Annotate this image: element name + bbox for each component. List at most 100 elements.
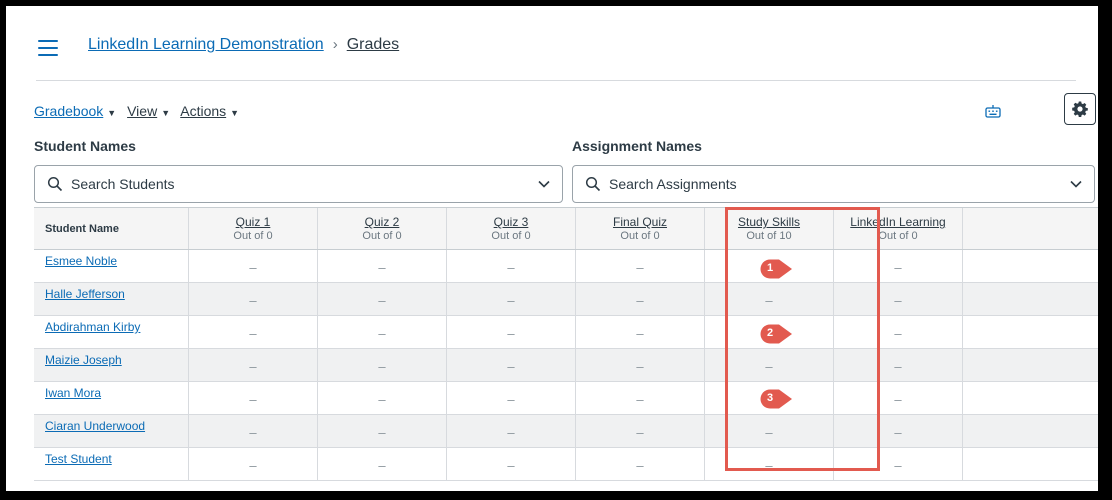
- view-caret-icon: ▼: [161, 108, 171, 118]
- grade-cell[interactable]: –: [447, 250, 576, 282]
- column-header-linkedin-learning[interactable]: LinkedIn Learning Out of 0: [834, 208, 963, 249]
- search-assignments-input[interactable]: Search Assignments: [572, 165, 1095, 203]
- grade-cell[interactable]: –: [318, 448, 447, 480]
- student-name-link[interactable]: Esmee Noble: [45, 254, 117, 268]
- grade-cell[interactable]: –: [834, 316, 963, 348]
- settings-button[interactable]: [1064, 93, 1096, 125]
- column-title[interactable]: Quiz 3: [447, 215, 575, 229]
- breadcrumb-grades-link[interactable]: Grades: [347, 36, 399, 53]
- column-header-quiz-1[interactable]: Quiz 1 Out of 0: [189, 208, 318, 249]
- grade-cell[interactable]: –: [705, 349, 834, 381]
- grade-cell[interactable]: –: [447, 448, 576, 480]
- grade-value: –: [765, 292, 773, 308]
- search-icon: [47, 176, 63, 192]
- column-title[interactable]: Study Skills: [705, 215, 833, 229]
- column-points: Out of 0: [233, 230, 273, 242]
- column-title[interactable]: Quiz 1: [189, 215, 317, 229]
- column-title[interactable]: LinkedIn Learning: [834, 215, 962, 229]
- column-header-quiz-3[interactable]: Quiz 3 Out of 0: [447, 208, 576, 249]
- grade-cell[interactable]: –: [447, 283, 576, 315]
- actions-menu-label[interactable]: Actions: [180, 103, 226, 119]
- student-name-link[interactable]: Abdirahman Kirby: [45, 320, 140, 334]
- chevron-down-icon[interactable]: [538, 180, 550, 188]
- grade-cell[interactable]: –: [189, 283, 318, 315]
- grade-cell[interactable]: –: [318, 349, 447, 381]
- grade-cell[interactable]: –: [447, 349, 576, 381]
- gradebook-window: LinkedIn Learning Demonstration › Grades G…: [6, 6, 1098, 491]
- grade-cell[interactable]: –: [705, 448, 834, 480]
- grade-cell[interactable]: –: [834, 283, 963, 315]
- grade-value: –: [894, 424, 902, 440]
- grade-cell[interactable]: –: [318, 316, 447, 348]
- column-title[interactable]: Final Quiz: [576, 215, 704, 229]
- grade-cell[interactable]: –: [576, 250, 705, 282]
- grade-cell[interactable]: –: [576, 448, 705, 480]
- keyboard-icon[interactable]: [985, 104, 1001, 118]
- chevron-down-icon[interactable]: [1070, 180, 1082, 188]
- hamburger-icon[interactable]: [38, 40, 58, 56]
- grade-cell[interactable]: –: [834, 448, 963, 480]
- grade-value: –: [507, 358, 515, 374]
- column-points: Out of 0: [362, 230, 402, 242]
- column-header-study-skills[interactable]: Study Skills Out of 10: [705, 208, 834, 249]
- gradebook-caret-icon: ▼: [107, 108, 117, 118]
- search-students-input[interactable]: Search Students: [34, 165, 563, 203]
- grade-cell[interactable]: –: [189, 415, 318, 447]
- grade-cell[interactable]: –: [189, 316, 318, 348]
- breadcrumb-course-link[interactable]: LinkedIn Learning Demonstration: [88, 36, 324, 53]
- gradebook-menu[interactable]: Gradebook ▼: [34, 103, 116, 119]
- grade-value: –: [507, 457, 515, 473]
- view-menu-label[interactable]: View: [127, 103, 157, 119]
- student-name-link[interactable]: Test Student: [45, 452, 112, 466]
- grade-cell[interactable]: –: [576, 415, 705, 447]
- grid-filler-cell: [963, 250, 1098, 282]
- student-name-link[interactable]: Maizie Joseph: [45, 353, 122, 367]
- grade-cell[interactable]: –: [318, 250, 447, 282]
- grade-cell[interactable]: –: [318, 415, 447, 447]
- grade-cell[interactable]: –: [189, 382, 318, 414]
- grade-cell[interactable]: –: [447, 415, 576, 447]
- student-name-header[interactable]: Student Name: [34, 208, 189, 249]
- grid-filler-cell: [963, 415, 1098, 447]
- grade-cell[interactable]: –: [576, 349, 705, 381]
- view-menu[interactable]: View ▼: [127, 103, 170, 119]
- gradebook-menu-label[interactable]: Gradebook: [34, 103, 103, 119]
- grade-value: –: [636, 325, 644, 341]
- grade-value: –: [894, 358, 902, 374]
- grade-cell[interactable]: –: [576, 316, 705, 348]
- grade-cell[interactable]: –: [318, 283, 447, 315]
- grade-cell[interactable]: –: [576, 382, 705, 414]
- grade-cell[interactable]: –: [834, 382, 963, 414]
- column-points: Out of 0: [491, 230, 531, 242]
- grade-cell[interactable]: –: [189, 349, 318, 381]
- grade-value: –: [249, 325, 257, 341]
- student-names-label: Student Names: [34, 138, 136, 154]
- grade-value: –: [765, 358, 773, 374]
- grade-cell[interactable]: –: [705, 283, 834, 315]
- grade-cell[interactable]: –: [189, 250, 318, 282]
- grade-cell[interactable]: –: [834, 415, 963, 447]
- grade-cell[interactable]: –: [834, 349, 963, 381]
- student-name-link[interactable]: Iwan Mora: [45, 386, 101, 400]
- grade-value: –: [378, 292, 386, 308]
- student-name-link[interactable]: Ciaran Underwood: [45, 419, 145, 433]
- grade-value: –: [636, 358, 644, 374]
- grade-cell[interactable]: –: [447, 382, 576, 414]
- grade-cell[interactable]: –: [834, 250, 963, 282]
- grade-value: –: [507, 424, 515, 440]
- grade-cell[interactable]: –: [576, 283, 705, 315]
- grade-cell[interactable]: –: [318, 382, 447, 414]
- grade-cell[interactable]: –: [189, 448, 318, 480]
- student-name-link[interactable]: Halle Jefferson: [45, 287, 125, 301]
- column-header-final-quiz[interactable]: Final Quiz Out of 0: [576, 208, 705, 249]
- gear-icon: [1072, 101, 1088, 117]
- table-row: Abdirahman Kirby – – – – –: [34, 316, 1098, 349]
- actions-menu[interactable]: Actions ▼: [180, 103, 239, 119]
- grade-cell[interactable]: –: [447, 316, 576, 348]
- callout-badge-1: 1: [759, 259, 793, 279]
- table-row: Maizie Joseph – – – – – –: [34, 349, 1098, 382]
- grade-cell[interactable]: –: [705, 415, 834, 447]
- column-title[interactable]: Quiz 2: [318, 215, 446, 229]
- column-points: Out of 0: [878, 230, 918, 242]
- column-header-quiz-2[interactable]: Quiz 2 Out of 0: [318, 208, 447, 249]
